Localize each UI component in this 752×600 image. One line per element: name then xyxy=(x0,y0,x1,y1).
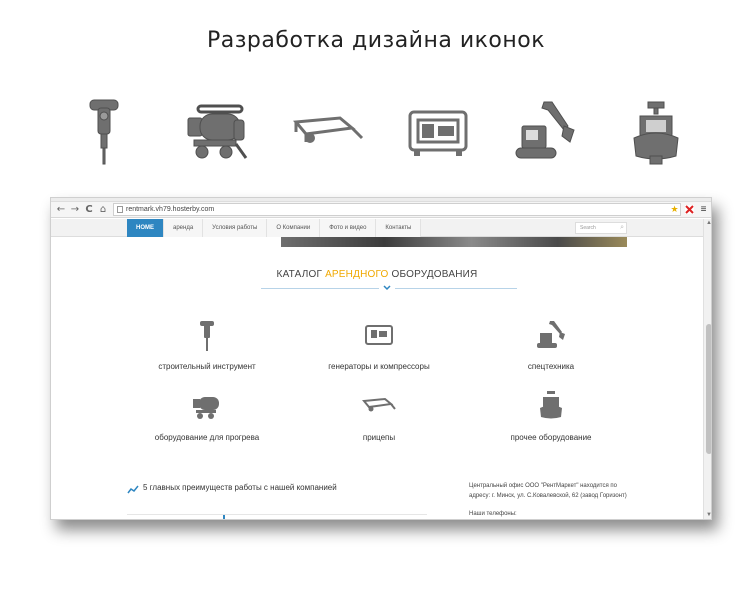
phones-label: Наши телефоны: xyxy=(469,511,517,517)
scrollbar-thumb[interactable] xyxy=(706,324,711,454)
catalog-heading-accent: АРЕНДНОГО xyxy=(325,269,389,280)
category-label-trailers[interactable]: прицепы xyxy=(299,433,459,442)
address-bar[interactable]: rentmark.vh79.hosterby.com xyxy=(113,203,681,216)
menu-item-contacts[interactable]: Контакты xyxy=(376,219,422,237)
browser-toolbar: ← → C ⌂ rentmark.vh79.hosterby.com ★ ≡ xyxy=(51,202,711,218)
advantages-heading: 5 главных преимуществ работы с нашей ком… xyxy=(143,483,337,492)
heading-divider-right xyxy=(395,288,517,289)
scroll-down-icon[interactable]: ▼ xyxy=(705,511,711,519)
category-label-heating[interactable]: оборудование для прогрева xyxy=(127,433,287,442)
generator-icon xyxy=(400,98,476,174)
page-doc-icon xyxy=(117,206,123,213)
back-icon[interactable]: ← xyxy=(55,203,67,216)
category-label-special[interactable]: спецтехника xyxy=(471,362,631,371)
menu-item-media[interactable]: Фото и видео xyxy=(320,219,377,237)
jackhammer-icon xyxy=(66,94,142,170)
heat-gun-icon xyxy=(180,98,256,174)
page-viewport: HOME аренда Условия работы О Компании Фо… xyxy=(51,219,703,519)
bookmark-star-icon[interactable]: ★ xyxy=(669,204,680,215)
category-label-generators[interactable]: генераторы и компрессоры xyxy=(299,362,459,371)
scroll-up-icon[interactable]: ▲ xyxy=(705,219,711,227)
menu-item-about[interactable]: О Компании xyxy=(267,219,321,237)
reload-icon[interactable]: C xyxy=(83,203,95,216)
search-placeholder: Search xyxy=(580,225,596,231)
category-label-other[interactable]: прочее оборудование xyxy=(471,433,631,442)
page-title: Разработка дизайна иконок xyxy=(206,28,546,53)
category-label-construction[interactable]: строительный инструмент xyxy=(127,362,287,371)
trend-line-icon xyxy=(127,482,139,494)
generator-icon[interactable] xyxy=(361,318,397,354)
jackhammer-icon[interactable] xyxy=(189,318,225,354)
pump-icon[interactable] xyxy=(533,389,569,425)
forward-icon[interactable]: → xyxy=(69,203,81,216)
catalog-heading: КАТАЛОГ АРЕНДНОГО ОБОРУДОВАНИЯ xyxy=(51,269,703,280)
address-url: rentmark.vh79.hosterby.com xyxy=(126,206,215,213)
chevron-down-icon xyxy=(382,283,392,293)
browser-menu-icon[interactable]: ≡ xyxy=(698,204,709,215)
home-icon[interactable]: ⌂ xyxy=(97,203,109,216)
office-address: Центральный офис ООО "РентМаркет" находи… xyxy=(469,483,627,499)
extension-icon[interactable] xyxy=(684,204,695,215)
advantages-panel xyxy=(127,514,427,519)
browser-window: ← → C ⌂ rentmark.vh79.hosterby.com ★ ≡ H… xyxy=(50,197,712,520)
icon-showcase-row xyxy=(0,92,752,172)
catalog-heading-part1: КАТАЛОГ xyxy=(276,269,326,280)
menu-item-terms[interactable]: Условия работы xyxy=(203,219,268,237)
heat-gun-icon[interactable] xyxy=(189,389,225,425)
page-scrollbar[interactable]: ▲ ▼ xyxy=(703,219,711,519)
excavator-icon xyxy=(508,96,584,172)
heading-divider-left xyxy=(261,288,379,289)
site-menu: HOME аренда Условия работы О Компании Фо… xyxy=(127,219,422,237)
menu-item-rent[interactable]: аренда xyxy=(164,219,204,237)
search-icon[interactable]: ⌕ xyxy=(620,223,624,233)
pump-icon xyxy=(618,98,694,174)
excavator-icon[interactable] xyxy=(533,318,569,354)
advantages-indicator xyxy=(223,515,225,519)
menu-item-home[interactable]: HOME xyxy=(127,219,164,237)
trailer-icon xyxy=(290,98,366,174)
catalog-heading-part2: ОБОРУДОВАНИЯ xyxy=(388,269,478,280)
site-search-input[interactable]: Search ⌕ xyxy=(575,222,627,234)
trailer-icon[interactable] xyxy=(361,389,397,425)
